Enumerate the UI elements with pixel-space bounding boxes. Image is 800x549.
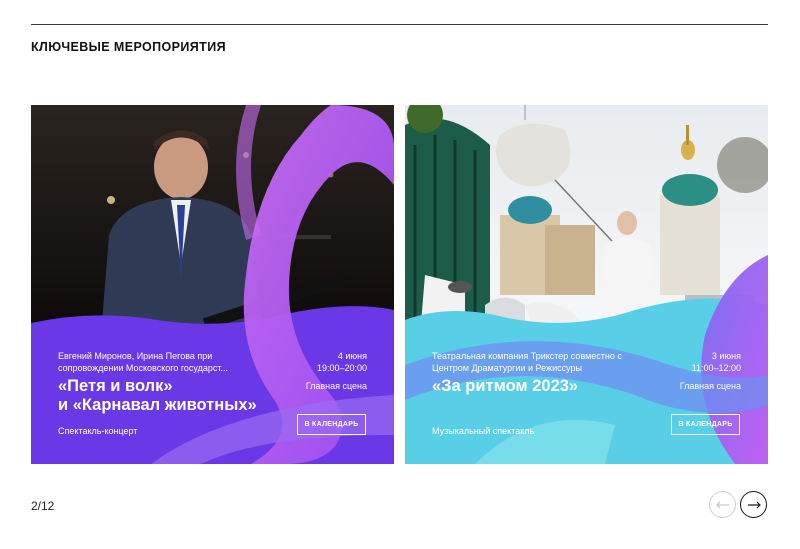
event-photo-2 [405,105,768,464]
event-title[interactable]: «За ритмом 2023» [432,377,682,396]
event-venue: Главная сцена [305,381,367,391]
event-date: 4 июня [337,351,367,361]
event-title[interactable]: «Петя и волк» и «Карнавал животных» [58,377,308,415]
event-time: 11:00–12:00 [691,363,741,373]
event-title-line: «За ритмом 2023» [432,377,579,395]
prev-button[interactable] [709,491,736,518]
add-to-calendar-button[interactable]: В КАЛЕНДАРЬ [671,414,740,435]
next-button[interactable] [740,491,767,518]
event-type: Музыкальный спектакль [432,426,535,436]
event-card-1[interactable]: Евгений Миронов, Ирина Пегова при сопров… [31,105,394,464]
top-divider [31,24,768,25]
event-description: Театральная компания Трикстер совместно … [432,351,622,373]
add-to-calendar-button[interactable]: В КАЛЕНДАРЬ [297,414,366,435]
arrow-right-icon [747,501,761,508]
event-datetime: 3 июня 11:00–12:00 [692,350,741,374]
event-venue: Главная сцена [679,381,741,391]
event-datetime: 4 июня 19:00–20:00 [317,350,367,374]
section-title: КЛЮЧЕВЫЕ МЕРОПОРИЯТИЯ [31,40,226,54]
event-title-line: «Петя и волк» [58,377,173,395]
event-title-line: и «Карнавал животных» [58,396,257,414]
event-time: 19:00–20:00 [316,363,367,373]
event-description: Евгений Миронов, Ирина Пегова при сопров… [58,351,229,373]
arrow-left-icon [715,501,729,508]
event-date: 3 июня [711,351,741,361]
event-card-2[interactable]: Театральная компания Трикстер совместно … [405,105,768,464]
event-type: Спектакль-концерт [58,426,138,436]
page-counter: 2/12 [31,499,55,513]
